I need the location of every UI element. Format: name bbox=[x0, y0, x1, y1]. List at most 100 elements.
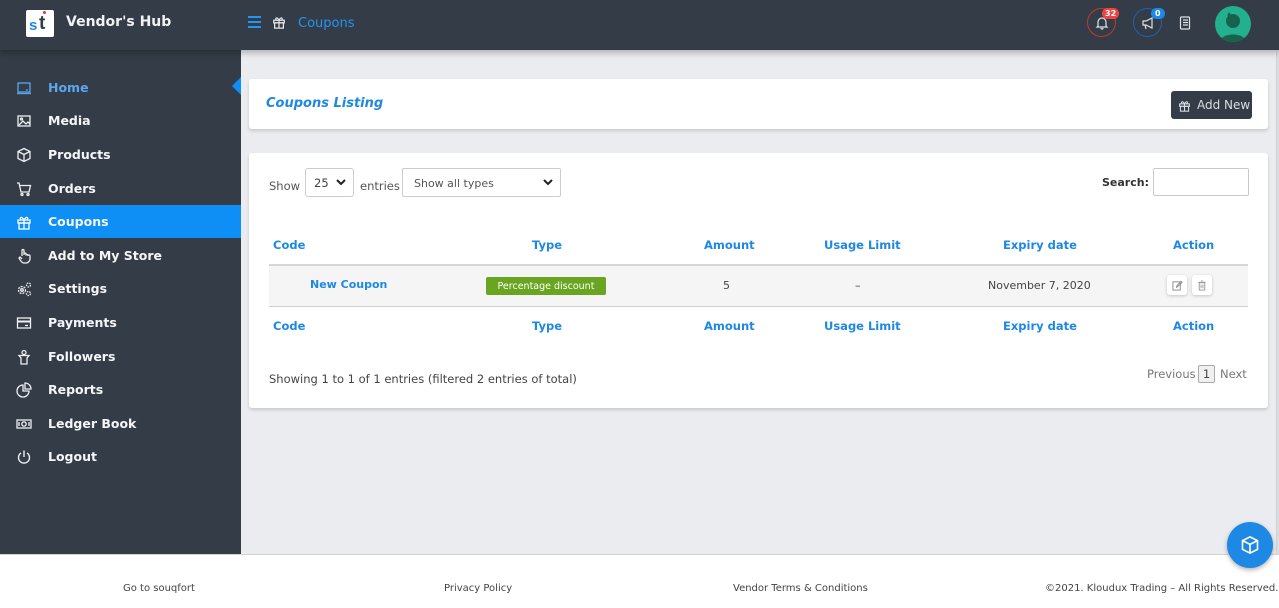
floating-action-button[interactable] bbox=[1227, 522, 1273, 568]
sidebar-item-payments[interactable]: Payments bbox=[0, 306, 241, 339]
page-length-value: 25 bbox=[314, 176, 329, 190]
money-icon bbox=[16, 419, 32, 429]
coupon-code-link[interactable]: New Coupon bbox=[310, 278, 387, 291]
gift-icon bbox=[17, 216, 31, 230]
footer-link-privacy-policy[interactable]: Privacy Policy bbox=[444, 583, 512, 594]
coupon-usage-limit: – bbox=[855, 279, 861, 292]
menu-toggle-icon[interactable] bbox=[248, 16, 261, 28]
credit-card-icon bbox=[16, 317, 32, 329]
copyright: ©2021. Kloudux Trading – All Rights Rese… bbox=[1045, 583, 1279, 594]
logo-letter-s: s bbox=[29, 17, 38, 34]
sidebar-label: Media bbox=[48, 113, 91, 128]
user-avatar-icon bbox=[1220, 12, 1246, 42]
column-header-amount[interactable]: Amount bbox=[704, 238, 755, 252]
sidebar-label: Products bbox=[48, 147, 111, 162]
sidebar-label: Ledger Book bbox=[48, 416, 137, 431]
table-info: Showing 1 to 1 of 1 entries (filtered 2 … bbox=[269, 372, 577, 386]
table-row bbox=[269, 266, 1248, 306]
top-bar: s t Vendor's Hub Coupons 32 0 bbox=[0, 0, 1279, 50]
pie-chart-icon bbox=[16, 382, 32, 398]
sidebar-item-ledger-book[interactable]: Ledger Book bbox=[0, 407, 241, 440]
footer-header-amount: Amount bbox=[704, 319, 755, 333]
add-new-label: Add New bbox=[1197, 98, 1251, 112]
footer-link-vendor-terms[interactable]: Vendor Terms & Conditions bbox=[733, 583, 868, 594]
sidebar-item-add-to-my-store[interactable]: Add to My Store bbox=[0, 239, 241, 272]
book-icon[interactable] bbox=[1179, 16, 1191, 30]
cogs-icon bbox=[17, 282, 32, 297]
brand-logo[interactable]: s t bbox=[26, 10, 54, 37]
footer-header-type: Type bbox=[532, 319, 563, 333]
sidebar-item-settings[interactable]: Settings bbox=[0, 272, 241, 305]
column-header-expiry-date[interactable]: Expiry date bbox=[1003, 238, 1077, 252]
sidebar-item-products[interactable]: Products bbox=[0, 138, 241, 171]
chevron-down-icon bbox=[543, 179, 553, 186]
add-new-button[interactable]: Add New bbox=[1171, 91, 1252, 119]
type-filter-value: Show all types bbox=[414, 177, 494, 190]
cube-icon bbox=[17, 147, 31, 163]
trash-icon bbox=[1198, 279, 1206, 291]
sidebar-label: Payments bbox=[48, 315, 117, 330]
sidebar-label: Home bbox=[48, 80, 89, 95]
footer-header-usage-limit: Usage Limit bbox=[824, 319, 901, 333]
announcements-count: 0 bbox=[1151, 8, 1165, 19]
cart-icon bbox=[17, 182, 32, 197]
coupon-expiry-date: November 7, 2020 bbox=[988, 279, 1091, 292]
sidebar-item-logout[interactable]: Logout bbox=[0, 440, 241, 473]
show-label: Show bbox=[269, 179, 301, 193]
sidebar-item-followers[interactable]: Followers bbox=[0, 340, 241, 373]
brand-name[interactable]: Vendor's Hub bbox=[66, 14, 171, 30]
logo-letter-t: t bbox=[39, 13, 46, 34]
laptop-icon bbox=[17, 82, 31, 95]
search-input[interactable] bbox=[1153, 168, 1249, 196]
followers-icon bbox=[17, 349, 31, 365]
type-filter-select[interactable]: Show all types bbox=[402, 168, 561, 197]
pagination-next[interactable]: Next bbox=[1220, 367, 1247, 381]
listing-header-card: Coupons Listing Add New bbox=[249, 79, 1268, 129]
logo-dot bbox=[43, 11, 46, 14]
coupon-amount: 5 bbox=[723, 279, 730, 292]
breadcrumb-current[interactable]: Coupons bbox=[298, 16, 355, 31]
footer: Go to souqfort Privacy Policy Vendor Ter… bbox=[0, 554, 1279, 608]
sidebar-label: Settings bbox=[48, 281, 108, 296]
coupons-table-card: Show 25 entries Show all types Search: C… bbox=[249, 153, 1268, 408]
sidebar-item-orders[interactable]: Orders bbox=[0, 172, 241, 205]
chevron-down-icon bbox=[336, 179, 346, 186]
sidebar: Home Media Products Orders Coupons Add t… bbox=[0, 50, 241, 554]
pagination-previous[interactable]: Previous bbox=[1147, 367, 1196, 381]
cube-icon bbox=[1241, 535, 1259, 555]
sidebar-item-media[interactable]: Media bbox=[0, 104, 241, 137]
edit-coupon-button[interactable] bbox=[1167, 275, 1187, 295]
entries-label: entries bbox=[360, 179, 400, 193]
row-divider bbox=[269, 306, 1248, 307]
footer-header-expiry-date: Expiry date bbox=[1003, 319, 1077, 333]
edit-icon bbox=[1171, 280, 1183, 291]
sidebar-label: Followers bbox=[48, 349, 116, 364]
gift-icon bbox=[273, 17, 285, 29]
announcements-button[interactable]: 0 bbox=[1133, 8, 1165, 37]
sidebar-label: Coupons bbox=[48, 214, 109, 229]
sidebar-label: Logout bbox=[48, 449, 97, 464]
footer-link-souqfort[interactable]: Go to souqfort bbox=[123, 583, 195, 594]
search-label: Search: bbox=[1102, 176, 1149, 189]
sidebar-item-coupons[interactable]: Coupons bbox=[0, 205, 241, 238]
gift-icon bbox=[1179, 100, 1190, 112]
sidebar-label: Reports bbox=[48, 382, 104, 397]
image-icon bbox=[17, 115, 31, 127]
column-header-code[interactable]: Code bbox=[273, 238, 305, 252]
sidebar-label: Add to My Store bbox=[48, 248, 162, 263]
sidebar-item-reports[interactable]: Reports bbox=[0, 373, 241, 406]
sidebar-label: Orders bbox=[48, 181, 96, 196]
power-icon bbox=[17, 450, 31, 464]
hand-pointer-icon bbox=[18, 248, 31, 264]
page-length-select[interactable]: 25 bbox=[305, 168, 354, 197]
notifications-count: 32 bbox=[1102, 8, 1120, 19]
column-header-usage-limit[interactable]: Usage Limit bbox=[824, 238, 901, 252]
sidebar-item-home[interactable]: Home bbox=[0, 71, 241, 104]
column-header-type[interactable]: Type bbox=[532, 238, 562, 252]
column-header-action: Action bbox=[1173, 238, 1215, 252]
pagination-page-1[interactable]: 1 bbox=[1198, 365, 1215, 383]
delete-coupon-button[interactable] bbox=[1192, 275, 1212, 295]
user-avatar[interactable] bbox=[1215, 6, 1251, 42]
notifications-button[interactable]: 32 bbox=[1087, 8, 1120, 37]
current-page-indicator bbox=[232, 77, 241, 95]
